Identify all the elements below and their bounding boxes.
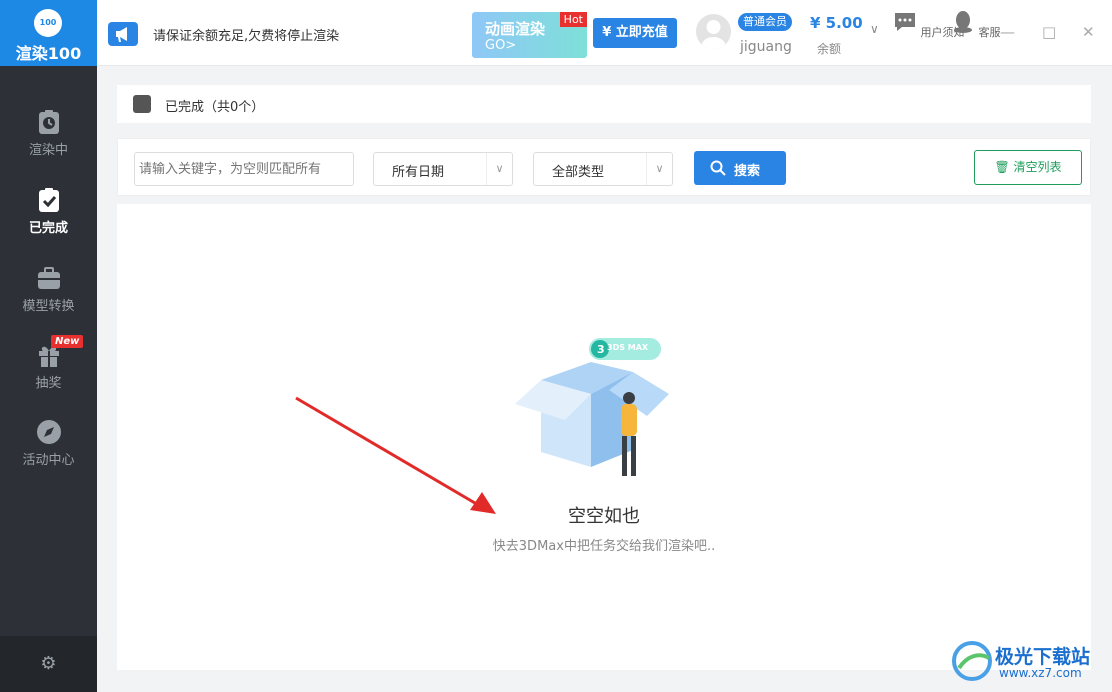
maximize-icon[interactable]: □ bbox=[1042, 23, 1056, 41]
sidebar-item-completed[interactable]: 已完成 bbox=[0, 186, 97, 256]
section-title: 已完成（共0个） bbox=[165, 100, 265, 115]
sidebar-item-activity[interactable]: 活动中心 bbox=[0, 418, 97, 488]
watermark-logo-icon bbox=[952, 641, 992, 681]
check-board-icon bbox=[38, 188, 59, 212]
clear-list-label: 清空列表 bbox=[1013, 160, 1062, 174]
settings-button[interactable]: ⚙ bbox=[0, 636, 97, 692]
balance-label: 余额 bbox=[817, 42, 842, 56]
date-select-value: 所有日期 bbox=[392, 165, 445, 180]
sidebar-item-model-convert[interactable]: 模型转换 bbox=[0, 264, 97, 334]
banner-sub: GO> bbox=[485, 38, 517, 53]
sidebar-item-lottery[interactable]: New 抽奖 bbox=[0, 335, 97, 411]
3dsmax-badge: 3DS MAX bbox=[607, 343, 649, 352]
sidebar-item-label: 模型转换 bbox=[22, 299, 75, 314]
logo-badge: 100 bbox=[34, 9, 62, 37]
filter-bar: 所有日期 ∨ 全部类型 ∨ 搜索 🗑 清空列表 bbox=[117, 138, 1091, 196]
section-header: 已完成（共0个） bbox=[117, 85, 1091, 123]
chat-bubble-icon bbox=[895, 13, 915, 31]
megaphone-icon bbox=[108, 22, 138, 46]
balance-notice: 请保证余额充足,欠费将停止渲染 bbox=[153, 29, 340, 44]
clear-list-button[interactable]: 🗑 清空列表 bbox=[974, 150, 1082, 185]
gear-icon: ⚙ bbox=[40, 653, 57, 674]
type-select[interactable]: 全部类型 ∨ bbox=[533, 152, 673, 186]
chevron-down-icon[interactable]: ∨ bbox=[870, 22, 879, 36]
recharge-button[interactable]: ¥ 立即充值 bbox=[593, 18, 677, 48]
sidebar-item-rendering[interactable]: 渲染中 bbox=[0, 108, 97, 178]
stopwatch-icon bbox=[133, 95, 151, 113]
app-logo: 100 渲染100 bbox=[0, 0, 97, 66]
logo-text: 渲染100 bbox=[15, 44, 82, 63]
banner-title: 动画渲染 bbox=[485, 20, 546, 38]
keyword-search-input[interactable] bbox=[134, 152, 354, 186]
app-window: 100 渲染100 渲染中 已完成 模型转换 New 抽奖 活动中心 ⚙ 请保证… bbox=[0, 0, 1112, 692]
customer-service-label: 客服 bbox=[978, 26, 1001, 39]
chevron-down-icon: ∨ bbox=[486, 153, 512, 185]
clock-board-icon bbox=[38, 110, 59, 134]
customer-service-button[interactable]: 客服 bbox=[951, 10, 1001, 40]
balance-amount: ¥ 5.00 bbox=[810, 14, 863, 32]
close-icon[interactable]: ✕ bbox=[1082, 23, 1095, 41]
search-button[interactable]: 搜索 bbox=[694, 151, 786, 185]
briefcase-icon bbox=[37, 267, 60, 289]
watermark: 极光下载站 www.xz7.com bbox=[951, 640, 1111, 688]
avatar[interactable] bbox=[696, 14, 731, 49]
sidebar-item-label: 已完成 bbox=[28, 221, 68, 236]
new-badge: New bbox=[51, 335, 84, 348]
empty-state-subtitle: 快去3DMax中把任务交给我们渲染吧.. bbox=[492, 539, 716, 554]
annotation-arrow bbox=[295, 396, 496, 514]
empty-box-illustration: 3 bbox=[515, 338, 669, 476]
sidebar-item-label: 抽奖 bbox=[35, 376, 62, 391]
task-list-panel: 3 3DS MAX 空空如也 快去3DMax中把任务交给我们渲染吧.. bbox=[117, 204, 1091, 670]
trash-icon: 🗑 bbox=[994, 160, 1010, 174]
username: jiguang bbox=[740, 39, 792, 55]
chevron-down-icon: ∨ bbox=[646, 153, 672, 185]
sidebar-item-label: 活动中心 bbox=[22, 453, 75, 468]
date-select[interactable]: 所有日期 ∨ bbox=[373, 152, 513, 186]
search-icon bbox=[710, 160, 726, 176]
compass-icon bbox=[36, 420, 61, 444]
empty-state-title: 空空如也 bbox=[568, 506, 640, 527]
svg-text:3: 3 bbox=[597, 343, 605, 356]
type-select-value: 全部类型 bbox=[552, 165, 605, 180]
hot-badge: Hot bbox=[559, 12, 587, 27]
top-bar: 请保证余额充足,欠费将停止渲染 动画渲染 GO> Hot ¥ 立即充值 普通会员… bbox=[97, 0, 1112, 66]
penguin-icon bbox=[954, 11, 972, 33]
sidebar: 100 渲染100 渲染中 已完成 模型转换 New 抽奖 活动中心 ⚙ bbox=[0, 0, 97, 692]
sidebar-item-label: 渲染中 bbox=[28, 143, 68, 158]
watermark-url: www.xz7.com bbox=[999, 666, 1082, 680]
watermark-brand: 极光下载站 bbox=[995, 646, 1091, 668]
minimize-icon[interactable]: — bbox=[1000, 23, 1015, 41]
search-label: 搜索 bbox=[734, 164, 761, 179]
animation-render-banner[interactable]: 动画渲染 GO> Hot bbox=[472, 12, 587, 58]
member-badge: 普通会员 bbox=[738, 13, 792, 31]
